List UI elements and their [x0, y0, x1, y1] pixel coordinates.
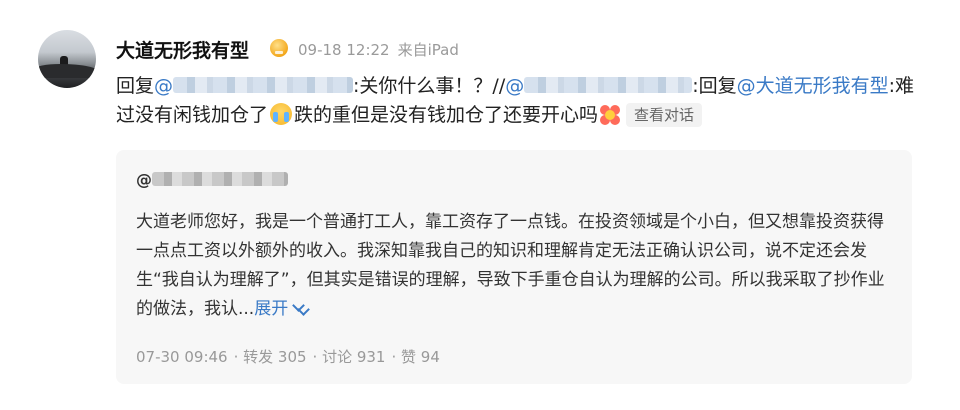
expand-link[interactable]: 展开: [254, 299, 311, 319]
quoted-user[interactable]: @: [136, 170, 288, 189]
comment-part-3: 跌的重但是没有钱加仓了还要开心吗: [294, 104, 599, 126]
quoted-date: 07-30 09:46: [136, 348, 228, 366]
post-date: 09-18 12:22: [298, 41, 390, 59]
repost-count[interactable]: · 转发 305: [234, 348, 307, 366]
comment-part-1: :关你什么事！？//: [353, 75, 506, 97]
comment-text: 回复@:关你什么事！？//@:回复@大道无形我有型:难过没有闲钱加仓了 跌的重但是…: [116, 72, 916, 130]
chevron-down-icon: [288, 299, 311, 319]
reply-prefix: 回复: [116, 75, 155, 97]
view-conversation-button[interactable]: 查看对话: [626, 103, 703, 127]
quoted-post-card[interactable]: @ 大道老师您好，我是一个普通打工人，靠工资存了一点钱。在投资领域是个小白，但又…: [116, 150, 912, 384]
mention-user-2[interactable]: @: [505, 75, 693, 97]
quoted-stats: 07-30 09:46 · 转发 305 · 讨论 931 · 赞 94: [136, 346, 446, 367]
flower-icon: [600, 105, 621, 125]
reply-mid: :回复: [692, 75, 737, 97]
avatar-ridge: [38, 64, 96, 78]
blurred-username-1: [173, 77, 354, 93]
vip-badge-icon: [270, 39, 288, 57]
at-sign: @: [154, 75, 174, 97]
quoted-body: 大道老师您好，我是一个普通打工人，靠工资存了一点钱。在投资领域是个小白，但又想靠…: [136, 208, 892, 324]
quoted-body-text: 大道老师您好，我是一个普通打工人，靠工资存了一点钱。在投资领域是个小白，但又想靠…: [136, 212, 885, 319]
quoted-at-sign: @: [136, 170, 152, 189]
expand-label: 展开: [254, 299, 289, 319]
mention-author[interactable]: @大道无形我有型: [737, 75, 889, 97]
avatar[interactable]: [38, 30, 96, 88]
at-sign: @: [505, 75, 525, 97]
author-name[interactable]: 大道无形我有型: [116, 36, 249, 63]
like-count[interactable]: · 赞 94: [391, 348, 439, 366]
post-meta: 09-18 12:22 来自iPad: [298, 39, 467, 60]
mention-user-1[interactable]: @: [154, 75, 354, 97]
comment-count[interactable]: · 讨论 931: [313, 348, 386, 366]
blurred-username-2: [524, 77, 693, 93]
post-source: 来自iPad: [397, 41, 459, 59]
crying-face-icon: [270, 103, 293, 125]
blurred-quoted-username: [152, 172, 288, 186]
